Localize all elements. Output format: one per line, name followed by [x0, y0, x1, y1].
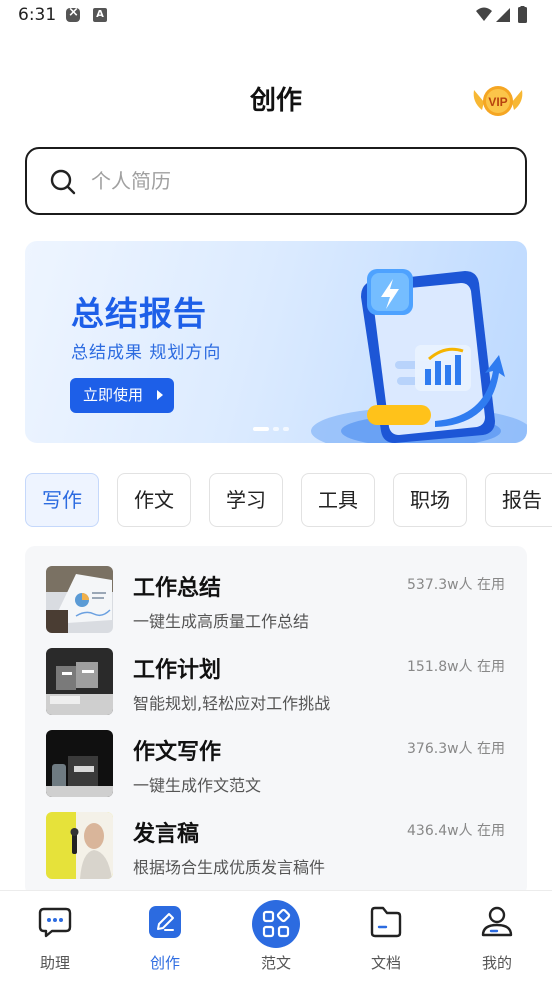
- status-time: 6:31: [18, 5, 57, 25]
- battery-icon: [518, 7, 527, 23]
- banner-subtitle: 总结成果 规划方向: [71, 343, 222, 363]
- vip-badge[interactable]: VIP: [470, 80, 526, 122]
- thumbnail-work-summary: [46, 566, 113, 633]
- nav-label: 助理: [39, 954, 70, 972]
- pagination-dot[interactable]: [273, 427, 279, 431]
- status-bar: 6:31 A: [0, 0, 552, 32]
- a-icon: A: [93, 8, 107, 22]
- tab-study[interactable]: 学习: [209, 473, 283, 527]
- nav-label: 我的: [481, 954, 512, 972]
- signal-icon: [496, 8, 510, 22]
- banner-button-label: 立即使用: [83, 386, 144, 404]
- item-description: 根据场合生成优质发言稿件: [133, 858, 326, 877]
- pagination-dot-active[interactable]: [253, 427, 269, 431]
- search-icon: [50, 169, 76, 195]
- item-title: 工作计划: [133, 658, 222, 683]
- shield-icon: [66, 5, 80, 22]
- pagination-dot[interactable]: [283, 427, 289, 431]
- tab-workplace[interactable]: 职场: [393, 473, 467, 527]
- list-item[interactable]: 发言稿 根据场合生成优质发言稿件 436.4w人 在用: [25, 792, 527, 879]
- edit-icon: [149, 906, 181, 938]
- phone-illustration: [311, 269, 527, 443]
- usage-count: 151.8w人 在用: [407, 659, 505, 675]
- usage-count: 436.4w人 在用: [407, 823, 505, 839]
- list-item[interactable]: 工作总结 一键生成高质量工作总结 537.3w人 在用: [25, 546, 527, 633]
- banner-title: 总结报告: [71, 294, 207, 333]
- grid-icon: [252, 900, 300, 948]
- thumbnail-essay-writing: [46, 730, 113, 797]
- nav-documents[interactable]: 文档: [331, 891, 441, 983]
- item-title: 工作总结: [133, 576, 222, 601]
- usage-count: 537.3w人 在用: [407, 577, 505, 593]
- thumbnail-speech: [46, 812, 113, 879]
- profile-icon: [481, 906, 513, 937]
- bottom-nav: 助理 创作 范文 文档 我的: [0, 890, 552, 983]
- promo-banner[interactable]: 总结报告 总结成果 规划方向 立即使用: [25, 241, 527, 443]
- tab-report[interactable]: 报告: [485, 473, 552, 527]
- nav-label: 范文: [260, 954, 291, 972]
- chat-icon: [38, 907, 72, 938]
- item-title: 作文写作: [133, 740, 222, 765]
- nav-profile[interactable]: 我的: [442, 891, 552, 983]
- wifi-icon: [476, 7, 492, 21]
- play-arrow-icon: [157, 390, 163, 400]
- nav-templates[interactable]: 范文: [221, 891, 331, 983]
- folder-icon: [370, 906, 402, 938]
- tab-tools[interactable]: 工具: [301, 473, 375, 527]
- vip-label: VIP: [488, 95, 507, 109]
- list-item[interactable]: 作文写作 一键生成作文范文 376.3w人 在用: [25, 710, 527, 797]
- nav-label: 文档: [370, 954, 401, 972]
- nav-assistant[interactable]: 助理: [0, 891, 110, 983]
- template-list: 工作总结 一键生成高质量工作总结 537.3w人 在用 工作计划 智能规划,轻松…: [25, 546, 527, 896]
- thumbnail-work-plan: [46, 648, 113, 715]
- tab-writing[interactable]: 写作: [25, 473, 99, 527]
- category-tabs: 写作 作文 学习 工具 职场 报告: [25, 473, 552, 527]
- nav-create[interactable]: 创作: [110, 891, 220, 983]
- search-box[interactable]: [25, 147, 527, 215]
- tab-essay[interactable]: 作文: [117, 473, 191, 527]
- banner-use-now-button[interactable]: 立即使用: [70, 378, 174, 413]
- banner-pagination: [253, 427, 293, 431]
- item-title: 发言稿: [133, 822, 200, 847]
- search-input[interactable]: [91, 163, 491, 199]
- usage-count: 376.3w人 在用: [407, 741, 505, 757]
- status-icons: [476, 6, 527, 23]
- list-item[interactable]: 工作计划 智能规划,轻松应对工作挑战 151.8w人 在用: [25, 628, 527, 715]
- nav-label: 创作: [149, 954, 180, 972]
